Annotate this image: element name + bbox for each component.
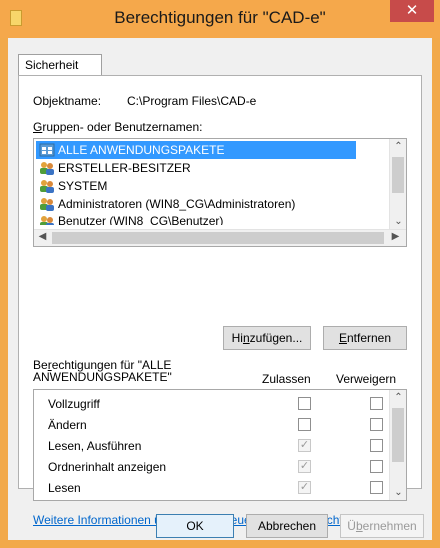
close-button[interactable]: ✕ (390, 0, 434, 22)
permission-name: Lesen (48, 481, 81, 495)
permission-row: Lesen ✓ (34, 478, 390, 499)
groups-label: Gruppen- oder Benutzernamen: (33, 120, 203, 134)
deny-checkbox[interactable] (370, 418, 383, 431)
list-item[interactable]: Benutzer (WIN8_CG\Benutzer) (36, 213, 223, 225)
deny-checkbox[interactable] (370, 460, 383, 473)
permission-name: Ändern (48, 418, 87, 432)
scroll-down-icon[interactable]: ⌄ (390, 216, 406, 227)
groups-horizontal-scrollbar[interactable]: ◀ ▶ (34, 229, 406, 246)
ok-button[interactable]: OK (156, 514, 234, 538)
list-item[interactable]: ERSTELLER-BESITZER (36, 159, 191, 177)
groups-listbox[interactable]: ALLE ANWENDUNGSPAKETE ERSTELLER-BESITZER… (33, 138, 407, 247)
permissions-list[interactable]: Vollzugriff Ändern Lesen, Ausführen ✓ Or… (33, 389, 407, 501)
permission-row: Lesen, Ausführen ✓ (34, 436, 390, 457)
object-name-value: C:\Program Files\CAD-e (127, 94, 257, 108)
object-name-label: Objektname: (33, 94, 102, 108)
list-item-label: Administratoren (WIN8_CG\Administratoren… (58, 197, 296, 211)
app-packages-icon (39, 143, 55, 157)
list-item[interactable]: ALLE ANWENDUNGSPAKETE (36, 141, 356, 159)
permission-row: Vollzugriff (34, 394, 390, 415)
scroll-up-icon[interactable]: ⌃ (390, 392, 406, 403)
permissions-dialog: Berechtigungen für "CAD-e" ✕ Sicherheit … (0, 0, 440, 548)
deny-checkbox[interactable] (370, 439, 383, 452)
allow-checkbox[interactable] (298, 397, 311, 410)
users-icon (40, 216, 54, 225)
permission-name: Ordnerinhalt anzeigen (48, 460, 167, 474)
list-item-label: Benutzer (WIN8_CG\Benutzer) (58, 214, 224, 225)
allow-checkbox[interactable]: ✓ (298, 481, 311, 494)
list-item-label: ERSTELLER-BESITZER (58, 161, 191, 175)
deny-column-header: Verweigern (336, 372, 397, 386)
list-item[interactable]: Administratoren (WIN8_CG\Administratoren… (36, 195, 295, 213)
scroll-thumb[interactable] (52, 232, 384, 244)
scroll-down-icon[interactable]: ⌄ (390, 487, 406, 498)
list-item-label: ALLE ANWENDUNGSPAKETE (58, 143, 225, 157)
security-tab-panel: Objektname: C:\Program Files\CAD-e Grupp… (18, 75, 422, 527)
cancel-button[interactable]: Abbrechen (246, 514, 328, 538)
list-item-label: SYSTEM (58, 179, 108, 193)
title-bar[interactable]: Berechtigungen für "CAD-e" ✕ (0, 0, 440, 38)
deny-checkbox[interactable] (370, 397, 383, 410)
scroll-right-icon[interactable]: ▶ (387, 231, 404, 242)
allow-checkbox[interactable] (298, 418, 311, 431)
permission-row: Ändern (34, 415, 390, 436)
permissions-vertical-scrollbar[interactable]: ⌃ ⌄ (389, 390, 406, 500)
allow-column-header: Zulassen (262, 372, 311, 386)
remove-button[interactable]: Entfernen (323, 326, 407, 350)
allow-checkbox[interactable]: ✓ (298, 460, 311, 473)
users-icon (40, 198, 54, 211)
users-icon (40, 180, 54, 193)
groups-vertical-scrollbar[interactable]: ⌃ ⌄ (389, 139, 406, 229)
allow-checkbox[interactable]: ✓ (298, 439, 311, 452)
window-title: Berechtigungen für "CAD-e" (114, 8, 326, 27)
scroll-left-icon[interactable]: ◀ (34, 231, 51, 242)
permissions-header: Berechtigungen für "ALLE ANWENDUNGSPAKET… (33, 358, 172, 384)
permission-row: Ordnerinhalt anzeigen ✓ (34, 457, 390, 478)
list-item[interactable]: SYSTEM (36, 177, 107, 195)
tab-security[interactable]: Sicherheit (18, 54, 102, 76)
deny-checkbox[interactable] (370, 481, 383, 494)
scroll-up-icon[interactable]: ⌃ (390, 141, 406, 152)
add-button[interactable]: Hinzufügen... (223, 326, 311, 350)
permission-name: Lesen, Ausführen (48, 439, 142, 453)
scroll-thumb[interactable] (392, 157, 404, 193)
users-icon (40, 162, 54, 175)
scroll-thumb[interactable] (392, 408, 404, 462)
apply-button[interactable]: Übernehmen (340, 514, 424, 538)
permission-name: Vollzugriff (48, 397, 100, 411)
dialog-client-area: Sicherheit Objektname: C:\Program Files\… (8, 38, 432, 540)
